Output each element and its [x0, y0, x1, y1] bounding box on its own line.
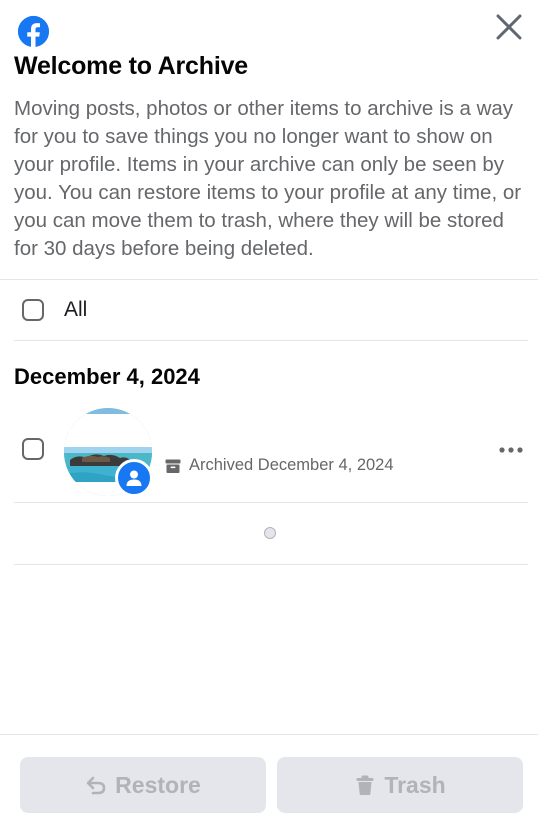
- trash-label: Trash: [384, 771, 446, 798]
- close-icon[interactable]: [492, 10, 526, 44]
- restore-button[interactable]: Restore: [20, 757, 266, 813]
- date-group-heading: December 4, 2024: [14, 364, 200, 389]
- archive-box-icon: [165, 459, 181, 473]
- page-title: Welcome to Archive: [14, 52, 248, 80]
- select-all-checkbox[interactable]: [22, 299, 44, 321]
- archive-page: Welcome to Archive Moving posts, photos …: [0, 0, 538, 827]
- undo-icon: [86, 776, 106, 795]
- trash-icon: [356, 775, 374, 795]
- restore-label: Restore: [115, 771, 201, 798]
- archived-item-thumbnail[interactable]: [64, 408, 153, 497]
- facebook-logo-icon: [17, 15, 50, 48]
- profile-icon: [126, 470, 142, 486]
- archived-status: Archived December 4, 2024: [189, 456, 394, 474]
- divider: [14, 502, 528, 503]
- archive-description: Moving posts, photos or other items to a…: [14, 97, 522, 260]
- footer-divider: [0, 734, 538, 735]
- loading-indicator: [264, 527, 276, 539]
- select-all-label: All: [64, 298, 88, 321]
- divider: [14, 340, 528, 341]
- profile-badge: [115, 459, 153, 497]
- divider: [0, 279, 538, 280]
- trash-button[interactable]: Trash: [277, 757, 523, 813]
- more-options-icon[interactable]: [496, 440, 526, 460]
- divider: [14, 564, 528, 565]
- item-checkbox[interactable]: [22, 438, 44, 460]
